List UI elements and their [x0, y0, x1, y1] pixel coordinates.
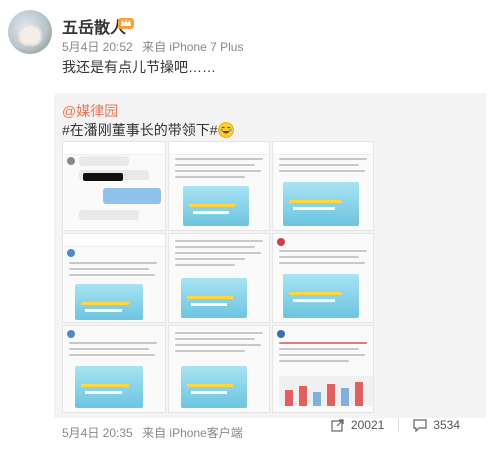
post-time[interactable]: 5月4日 20:52: [62, 40, 133, 54]
repost-count: 20021: [350, 418, 385, 432]
weibo-post: 五岳散人 5月4日 20:52 来自 iPhone 7 Plus 我还是有点儿节…: [0, 0, 500, 475]
quoted-footer-meta: 5月4日 20:35 来自 iPhone客户端: [62, 424, 243, 441]
image-thumbnail[interactable]: [272, 233, 374, 323]
vip-crown-icon: [118, 18, 134, 29]
post-meta: 5月4日 20:52 来自 iPhone 7 Plus: [62, 38, 243, 55]
bar-chart-graphic: [279, 376, 373, 406]
avatar[interactable]: [8, 10, 52, 54]
quoted-text: #在潘刚董事长的带领下#: [62, 120, 234, 140]
image-thumbnail[interactable]: [168, 325, 270, 413]
repost-icon: [331, 419, 344, 432]
image-thumbnail[interactable]: [272, 141, 374, 231]
post-source: 来自 iPhone 7 Plus: [142, 40, 244, 54]
quoted-post: @媒律园 #在潘刚董事长的带领下#: [54, 93, 486, 418]
comment-icon: [413, 419, 427, 432]
image-thumbnail[interactable]: [168, 141, 270, 231]
image-thumbnail[interactable]: [62, 325, 166, 413]
image-thumbnail[interactable]: [168, 233, 270, 323]
image-thumbnail[interactable]: [62, 141, 166, 231]
quoted-author[interactable]: @媒律园: [62, 101, 118, 121]
comment-count: 3534: [433, 418, 460, 432]
post-text: 我还是有点儿节操吧……: [62, 59, 216, 75]
quoted-source: 来自 iPhone客户端: [142, 426, 243, 440]
image-grid: [62, 141, 478, 413]
image-thumbnail[interactable]: [272, 325, 374, 413]
quoted-time[interactable]: 5月4日 20:35: [62, 426, 133, 440]
comment-button[interactable]: 3534: [413, 418, 460, 432]
action-bar: 20021 3534: [317, 418, 460, 432]
divider: [398, 418, 400, 432]
laugh-cry-icon: [217, 122, 234, 138]
image-thumbnail[interactable]: [62, 233, 166, 323]
hashtag-link[interactable]: #在潘刚董事长的带领下#: [62, 122, 218, 138]
repost-button[interactable]: 20021: [331, 418, 384, 432]
